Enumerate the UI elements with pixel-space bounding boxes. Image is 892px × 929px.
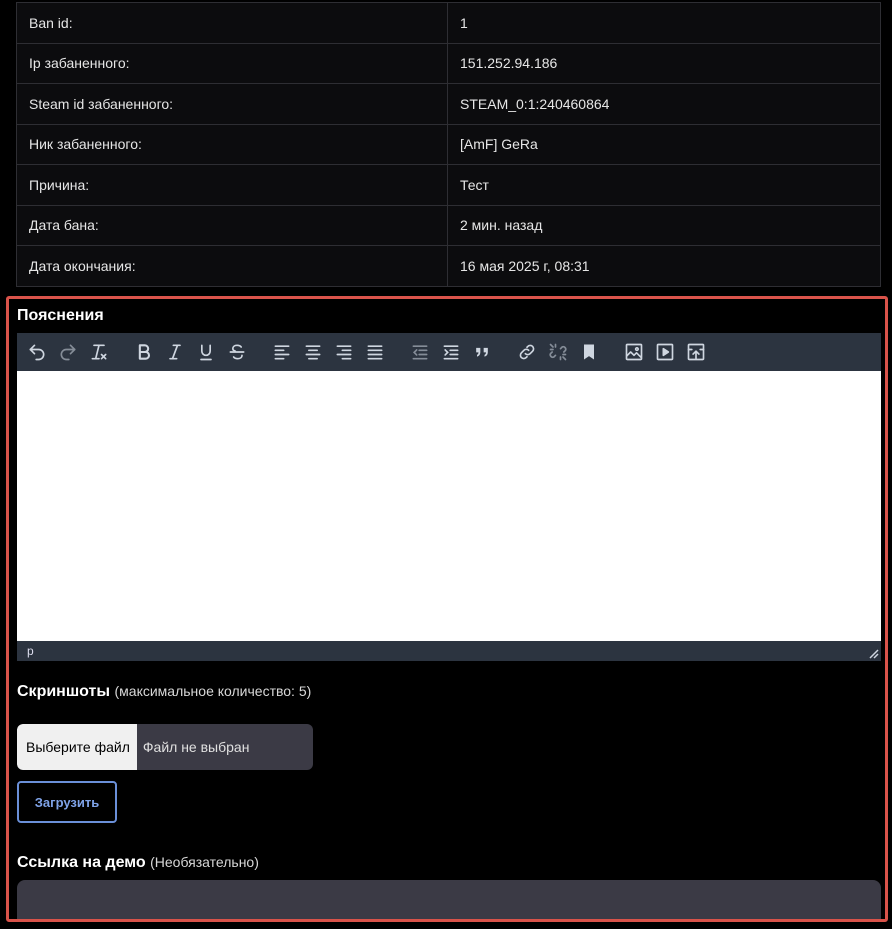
explanations-editor[interactable] [17,371,881,641]
table-row: Ник забаненного: [AmF] GeRa [16,123,881,165]
media-icon[interactable] [653,340,677,364]
screenshots-hint: (максимальное количество: 5) [114,683,312,699]
ip-label: Ip забаненного: [16,42,448,84]
table-row: Дата бана: 2 мин. назад [16,204,881,246]
unlink-icon[interactable] [546,340,570,364]
strikethrough-icon[interactable] [225,340,249,364]
explanations-title: Пояснения [17,307,104,324]
ip-value: 151.252.94.186 [447,42,881,84]
indent-icon[interactable] [439,340,463,364]
ban-date-value: 2 мин. назад [447,204,881,246]
screenshots-title-text: Скриншоты [17,683,111,700]
align-justify-icon[interactable] [363,340,387,364]
ban-id-value: 1 [447,2,881,44]
table-row: Ban id: 1 [16,2,881,44]
screenshot-file-input[interactable]: Выберите файл Файл не выбран [17,724,313,770]
screenshots-title: Скриншоты (максимальное количество: 5) [17,683,311,701]
bold-icon[interactable] [132,340,156,364]
align-left-icon[interactable] [270,340,294,364]
nick-label: Ник забаненного: [16,123,448,165]
reason-label: Причина: [16,164,448,206]
steam-id-value: STEAM_0:1:240460864 [447,83,881,125]
link-icon[interactable] [515,340,539,364]
reason-value: Тест [447,164,881,206]
blockquote-icon[interactable] [470,340,494,364]
choose-file-button[interactable]: Выберите файл [17,724,137,770]
ban-date-label: Дата бана: [16,204,448,246]
table-row: Steam id забаненного: STEAM_0:1:24046086… [16,83,881,125]
file-status-text: Файл не выбран [142,739,250,755]
clear-formatting-icon[interactable] [87,340,111,364]
ban-id-label: Ban id: [16,2,448,44]
editor-statusbar: p [17,641,881,661]
undo-icon[interactable] [25,340,49,364]
ban-info-table: Ban id: 1 Ip забаненного: 151.252.94.186… [16,2,881,287]
align-center-icon[interactable] [301,340,325,364]
align-right-icon[interactable] [332,340,356,364]
italic-icon[interactable] [163,340,187,364]
upload-icon[interactable] [684,340,708,364]
demo-title: Ссылка на демо (Необязательно) [17,854,259,872]
table-row: Ip забаненного: 151.252.94.186 [16,42,881,84]
image-icon[interactable] [622,340,646,364]
outdent-icon[interactable] [408,340,432,364]
demo-title-text: Ссылка на демо [17,854,146,871]
table-row: Причина: Тест [16,164,881,206]
underline-icon[interactable] [194,340,218,364]
redo-icon[interactable] [56,340,80,364]
demo-hint: (Необязательно) [150,854,259,870]
editor-toolbar [17,333,881,371]
nick-value: [AmF] GeRa [447,123,881,165]
steam-id-label: Steam id забаненного: [16,83,448,125]
end-date-value: 16 мая 2025 г, 08:31 [447,245,881,287]
demo-link-input[interactable] [17,880,881,919]
upload-button[interactable]: Загрузить [17,781,117,823]
table-row: Дата окончания: 16 мая 2025 г, 08:31 [16,245,881,287]
bookmark-icon[interactable] [577,340,601,364]
end-date-label: Дата окончания: [16,245,448,287]
element-path[interactable]: p [27,644,34,658]
resize-handle-icon[interactable] [867,647,879,659]
appeal-form-panel: Пояснения p Скриншоты (максимальное коли… [6,296,888,922]
